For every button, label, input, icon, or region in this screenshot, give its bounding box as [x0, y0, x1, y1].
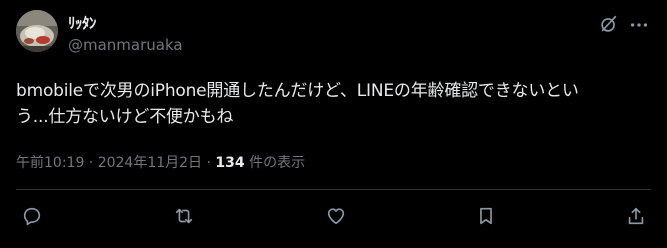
retweet-icon[interactable] — [172, 204, 196, 228]
display-name[interactable]: ﾘｯﾀﾝ — [68, 12, 97, 33]
handle[interactable]: @manmaruaka — [68, 36, 183, 54]
avatar-image — [16, 10, 58, 52]
divider — [16, 189, 651, 190]
more-icon[interactable] — [628, 14, 650, 36]
meta-separator: · — [202, 155, 216, 171]
tweet-meta: 午前10:19 · 2024年11月2日 · 134 件の表示 — [16, 152, 305, 172]
views-count[interactable]: 134 — [215, 155, 244, 171]
avatar[interactable] — [16, 10, 58, 52]
tweet-text: bmobileで次男のiPhone開通したんだけど、LINEの年齢確認できないと… — [16, 81, 579, 127]
share-icon[interactable] — [624, 204, 648, 228]
grok-icon[interactable] — [598, 13, 620, 35]
tweet: ﾘｯﾀﾝ @manmaruaka bmobileで次男のiPhone開通したんだ… — [0, 0, 667, 248]
timestamp[interactable]: 午前10:19 · 2024年11月2日 — [16, 155, 202, 171]
views-label: 件の表示 — [244, 155, 306, 171]
reply-icon[interactable] — [20, 204, 44, 228]
bookmark-icon[interactable] — [474, 204, 498, 228]
like-icon[interactable] — [324, 204, 348, 228]
